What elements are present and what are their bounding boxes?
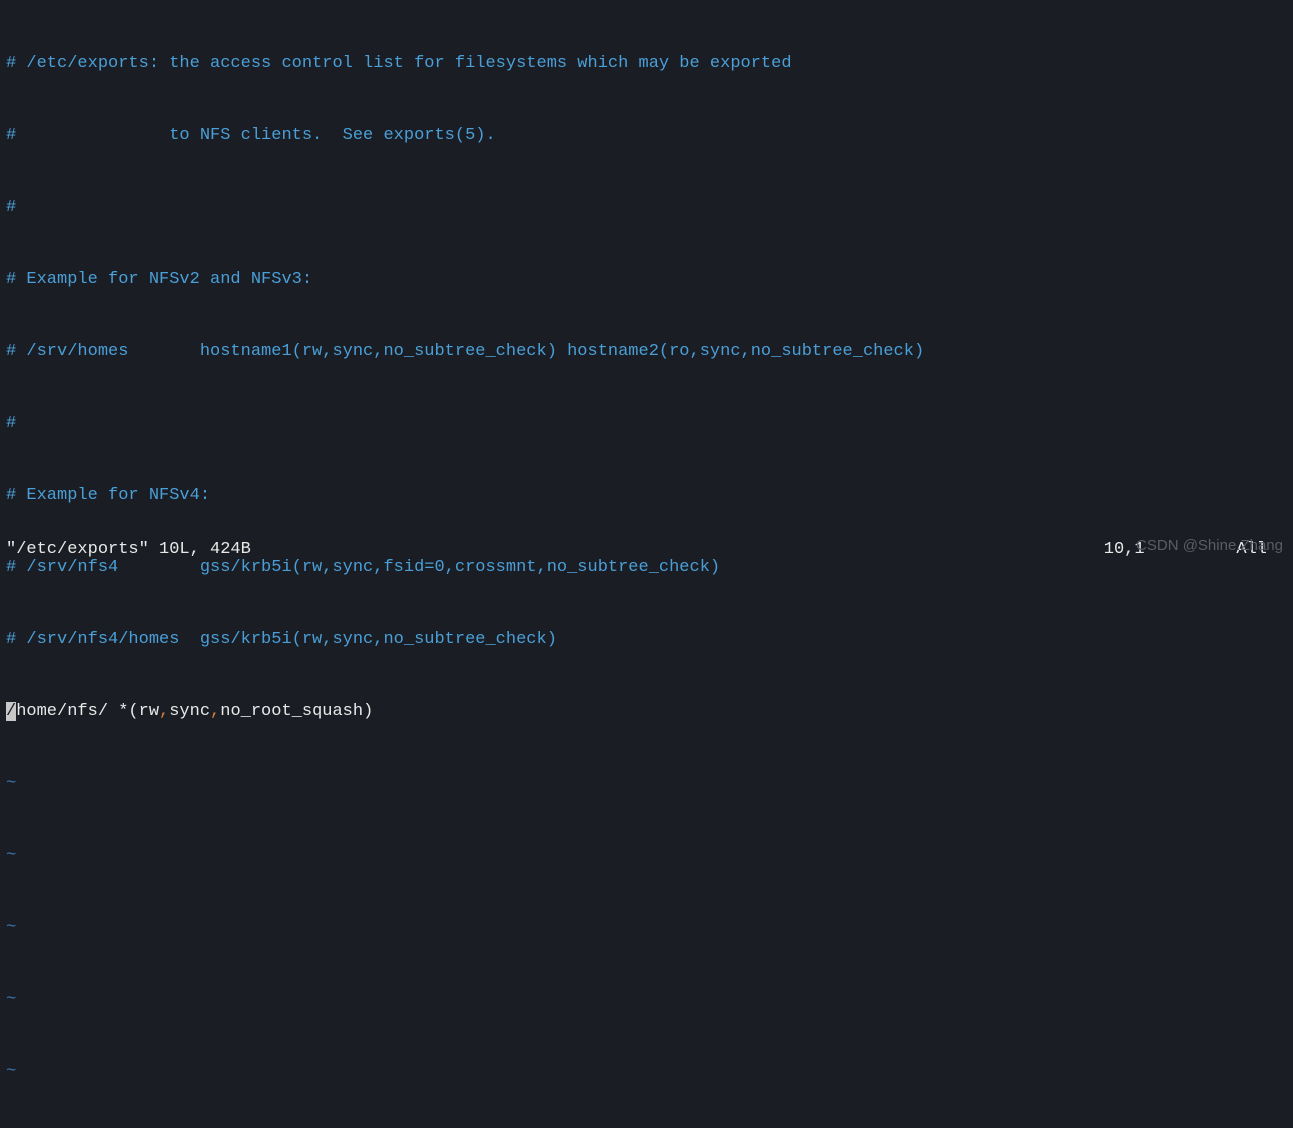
file-line-3: # [6,196,1287,220]
empty-line-tilde: ~ [6,772,1287,796]
empty-line-tilde: ~ [6,1060,1287,1084]
file-line-5: # /srv/homes hostname1(rw,sync,no_subtre… [6,340,1287,364]
empty-line-tilde: ~ [6,844,1287,868]
empty-line-tilde: ~ [6,988,1287,1012]
file-line-9: # /srv/nfs4/homes gss/krb5i(rw,sync,no_s… [6,628,1287,652]
file-info: "/etc/exports" 10L, 424B [6,538,251,562]
file-line-4: # Example for NFSv2 and NFSv3: [6,268,1287,292]
comma: , [159,702,169,721]
cursor: / [6,702,16,721]
file-line-1: # /etc/exports: the access control list … [6,52,1287,76]
status-bar: "/etc/exports" 10L, 424B 10,1 All [6,538,1287,562]
file-line-7: # Example for NFSv4: [6,484,1287,508]
text-segment: sync [169,702,210,721]
file-line-10: /home/nfs/ *(rw,sync,no_root_squash) [6,700,1287,724]
file-line-6: # [6,412,1287,436]
watermark-text: CSDN @Shine.Zhang [1136,534,1283,558]
editor-viewport[interactable]: # /etc/exports: the access control list … [0,0,1293,1128]
comma: , [210,702,220,721]
text-segment: home/nfs/ *(rw [16,702,159,721]
file-line-2: # to NFS clients. See exports(5). [6,124,1287,148]
empty-line-tilde: ~ [6,916,1287,940]
text-segment: no_root_squash) [220,702,373,721]
